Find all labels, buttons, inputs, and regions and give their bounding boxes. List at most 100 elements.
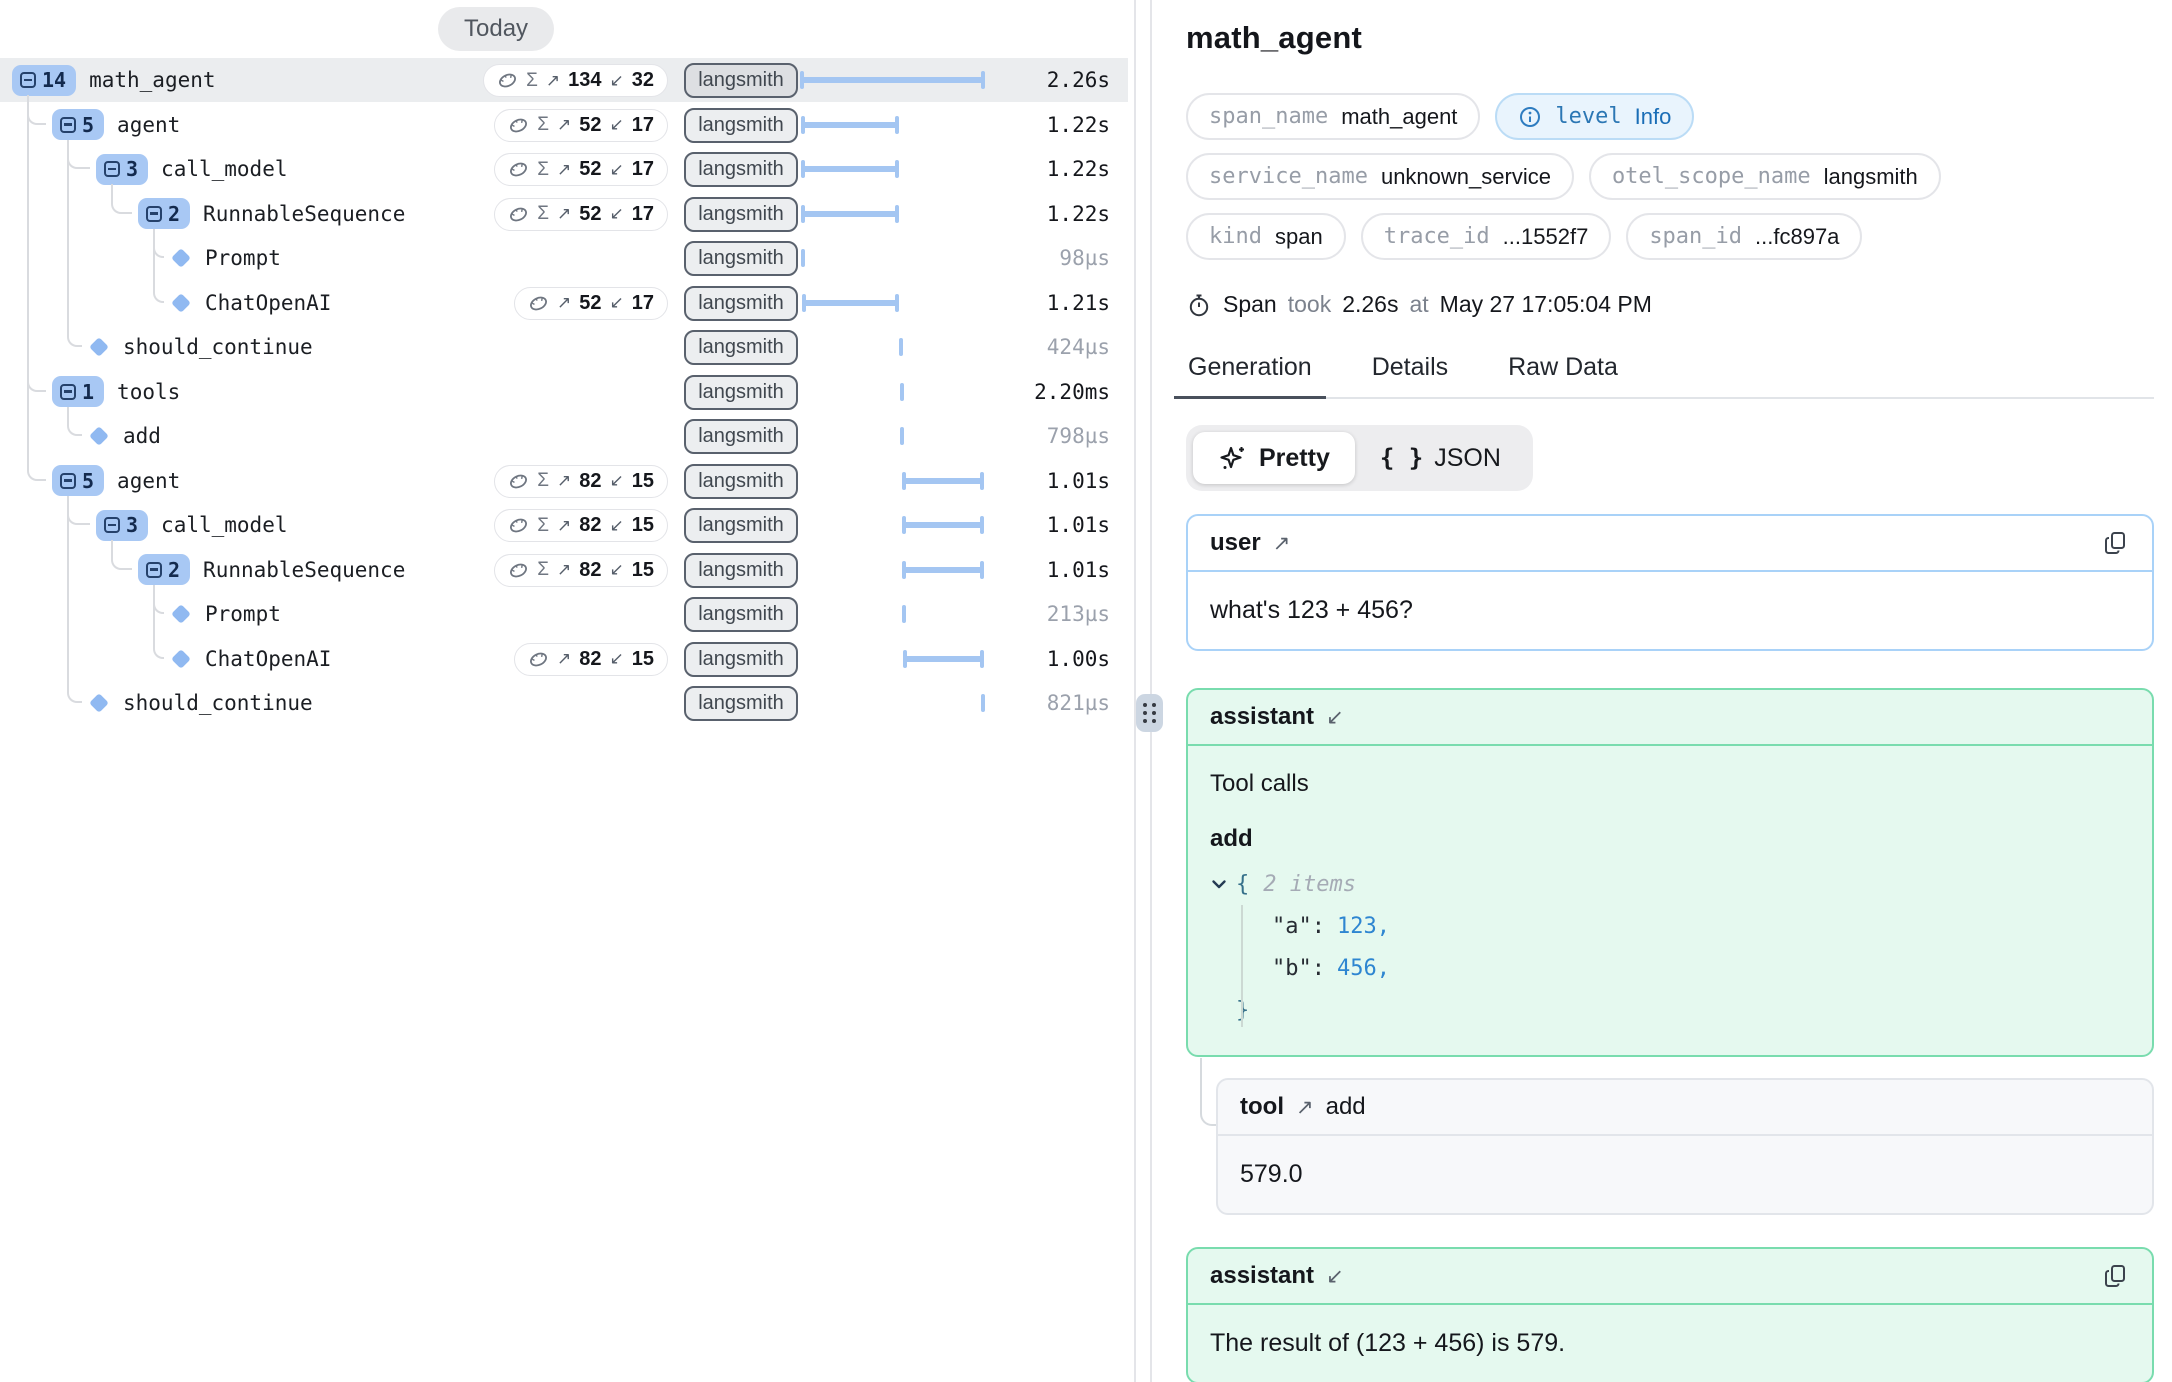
tab-details[interactable]: Details [1370, 353, 1450, 397]
meta-pill-row: kind span trace_id ...1552f7 span_id ...… [1186, 213, 2154, 260]
sparkle-icon [1218, 443, 1248, 473]
level-pill: level Info [1495, 93, 1694, 140]
collapse-badge[interactable]: 14 [12, 65, 76, 96]
span-name-label: RunnableSequence [203, 558, 405, 582]
collapse-minus-icon [60, 473, 76, 489]
copy-icon [2102, 529, 2130, 557]
descendant-count: 14 [42, 68, 66, 92]
tokens-coin-icon [508, 204, 529, 225]
input-tokens-arrow-icon: ↗ [557, 160, 571, 180]
tokens-coin-icon [528, 293, 549, 314]
span-duration-line: Span took 2.26s at May 27 17:05:04 PM [1186, 291, 2154, 318]
duration-label: 98µs [1059, 246, 1110, 270]
collapse-badge[interactable]: 2 [138, 554, 190, 585]
copy-button[interactable] [2102, 1262, 2130, 1290]
span-name-label: ChatOpenAI [205, 291, 331, 315]
json-toggle-button[interactable]: { } JSON [1355, 432, 1526, 484]
pill-value: unknown_service [1381, 164, 1551, 190]
tool-message-header: tool ↗ add [1218, 1080, 2152, 1136]
arrow-up-right-icon: ↗ [1273, 531, 1291, 556]
view-mode-toggle: Pretty { } JSON [1186, 425, 1533, 491]
user-message-card: user ↗ what's 123 + 456? [1186, 514, 2154, 651]
duration-bar [800, 338, 985, 356]
output-tokens-arrow-icon: ↙ [610, 649, 624, 669]
took-word: took [1288, 291, 1331, 318]
assistant-message-content: The result of (123 + 456) is 579. [1188, 1305, 2152, 1382]
pill-value: ...fc897a [1755, 224, 1839, 250]
assistant-final-card: assistant ↙ The result of (123 + 456) is… [1186, 1247, 2154, 1382]
tree-row[interactable]: Prompt langsmith 98µs [0, 236, 1128, 280]
tree-row[interactable]: 2 RunnableSequence Σ ↗82 ↙15 langsmith 1… [0, 548, 1128, 592]
token-usage-pill: ↗82 ↙15 [514, 643, 668, 676]
descendant-count: 2 [168, 558, 180, 582]
pill-key: level [1555, 104, 1621, 129]
json-value: 123, [1337, 914, 1390, 939]
collapse-badge[interactable]: 3 [96, 154, 148, 185]
tree-row[interactable]: should_continue langsmith 821µs [0, 681, 1128, 725]
collapse-badge[interactable]: 5 [52, 465, 104, 496]
tree-row-lead: ChatOpenAI [170, 281, 331, 325]
langsmith-badge: langsmith [684, 553, 798, 588]
pill-key: trace_id [1384, 224, 1490, 249]
tree-row-lead: 2 RunnableSequence [138, 548, 405, 592]
tool-message-card: tool ↗ add 579.0 [1216, 1078, 2154, 1215]
took-duration: 2.26s [1342, 291, 1398, 318]
pill-value: ...1552f7 [1503, 224, 1589, 250]
tokens-coin-icon [508, 159, 529, 180]
tree-row[interactable]: 2 RunnableSequence Σ ↗52 ↙17 langsmith 1… [0, 192, 1128, 236]
copy-button[interactable] [2102, 529, 2130, 557]
stopwatch-icon [1186, 292, 1212, 318]
tool-call-name: add [1210, 825, 2130, 853]
collapse-badge[interactable]: 3 [96, 510, 148, 541]
duration-bar [800, 427, 985, 445]
tokens-coin-icon [508, 115, 529, 136]
role-label: assistant [1210, 703, 1314, 731]
token-usage-pill: Σ ↗52 ↙17 [494, 198, 668, 231]
pretty-toggle-button[interactable]: Pretty [1193, 432, 1355, 484]
detail-tabs: Generation Details Raw Data [1186, 353, 2154, 399]
tree-row[interactable]: 5 agent Σ ↗52 ↙17 langsmith 1.22s [0, 103, 1128, 147]
duration-label: 1.01s [1047, 469, 1110, 493]
descendant-count: 3 [126, 513, 138, 537]
tree-row[interactable]: add langsmith 798µs [0, 414, 1128, 458]
collapse-minus-icon [104, 161, 120, 177]
chevron-down-icon[interactable] [1210, 875, 1228, 893]
tree-row[interactable]: 3 call_model Σ ↗52 ↙17 langsmith 1.22s [0, 147, 1128, 191]
duration-bar [800, 383, 985, 401]
token-usage-pill: Σ ↗134 ↙32 [483, 64, 668, 97]
json-indent-guide [1241, 905, 1243, 1027]
tab-generation[interactable]: Generation [1186, 353, 1314, 397]
output-tokens-count: 17 [632, 114, 654, 137]
tree-row[interactable]: ChatOpenAI ↗52 ↙17 langsmith 1.21s [0, 281, 1128, 325]
tree-row[interactable]: Prompt langsmith 213µs [0, 592, 1128, 636]
input-tokens-count: 52 [579, 203, 601, 226]
tree-row[interactable]: ChatOpenAI ↗82 ↙15 langsmith 1.00s [0, 637, 1128, 681]
tab-raw-data[interactable]: Raw Data [1506, 353, 1620, 397]
collapse-minus-icon [60, 117, 76, 133]
tree-row[interactable]: 5 agent Σ ↗82 ↙15 langsmith 1.01s [0, 459, 1128, 503]
collapse-badge[interactable]: 2 [138, 198, 190, 229]
tool-calls-title: Tool calls [1210, 770, 2130, 798]
collapse-badge[interactable]: 5 [52, 109, 104, 140]
arrow-down-left-icon: ↙ [1326, 705, 1344, 730]
input-tokens-count: 82 [579, 559, 601, 582]
duration-bar [800, 160, 985, 178]
tree-row[interactable]: 3 call_model Σ ↗82 ↙15 langsmith 1.01s [0, 503, 1128, 547]
tree-row-lead: 3 call_model [96, 503, 287, 547]
input-tokens-arrow-icon: ↗ [557, 649, 571, 669]
output-tokens-arrow-icon: ↙ [610, 71, 624, 91]
input-tokens-count: 82 [579, 514, 601, 537]
tree-row[interactable]: 1 tools langsmith 2.20ms [0, 370, 1128, 414]
langsmith-badge: langsmith [684, 597, 798, 632]
open-brace: { [1236, 872, 1249, 897]
leaf-diamond-icon [89, 693, 109, 713]
role-label: assistant [1210, 1262, 1314, 1290]
divider-line-left [1134, 0, 1136, 1382]
pill-value: math_agent [1341, 104, 1457, 130]
json-value: 456, [1337, 956, 1390, 981]
tree-row[interactable]: 14 math_agent Σ ↗134 ↙32 langsmith 2.26s [0, 58, 1128, 102]
duration-bar [800, 516, 985, 534]
tree-row[interactable]: should_continue langsmith 424µs [0, 325, 1128, 369]
collapse-badge[interactable]: 1 [52, 376, 104, 407]
sigma-aggregate-icon: Σ [537, 203, 549, 225]
